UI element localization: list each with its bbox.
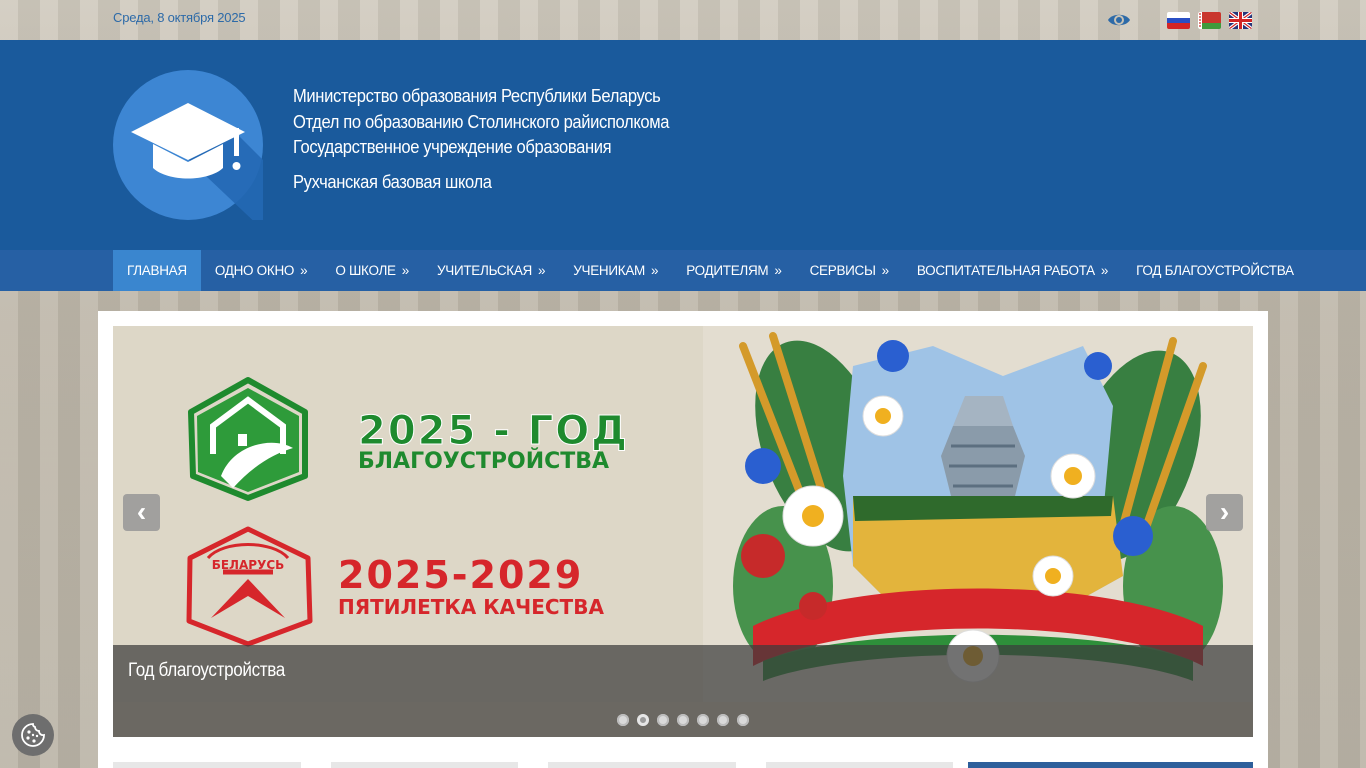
slider-dot[interactable] — [657, 713, 669, 726]
slider-pagination — [113, 702, 1253, 737]
cookie-icon — [21, 723, 45, 747]
image-slider: 2025 - ГОД БЛАГОУСТРОЙСТВА БЕЛАРУСЬ 2025… — [113, 326, 1253, 737]
school-name[interactable]: Рухчанская базовая школа — [293, 170, 669, 196]
flag-en-icon[interactable] — [1229, 12, 1252, 29]
main-content: 2025 - ГОД БЛАГОУСТРОЙСТВА БЕЛАРУСЬ 2025… — [98, 311, 1268, 768]
feature-tile[interactable] — [766, 762, 953, 768]
main-navigation: Главная Одно окно» О школе» Учительская»… — [0, 250, 1366, 291]
slider-next-button[interactable]: › — [1206, 494, 1243, 531]
site-header: Министерство образования Республики Бела… — [0, 40, 1366, 250]
banner-quality-text: ПЯТИЛЕТКА КАЧЕСТВА — [338, 595, 604, 619]
nav-item-about-school[interactable]: О школе» — [321, 250, 423, 291]
nav-item-parents[interactable]: Родителям» — [672, 250, 795, 291]
feature-tiles-row — [113, 762, 1253, 768]
cookie-settings-button[interactable] — [12, 714, 54, 756]
graduation-cap-logo-icon[interactable] — [113, 70, 263, 220]
slide-caption[interactable]: Год благоустройства — [113, 645, 1253, 702]
top-bar: Среда, 8 октября 2025 — [0, 0, 1366, 40]
slider-dot[interactable] — [737, 713, 749, 726]
department-title: Отдел по образованию Столинского райиспо… — [293, 111, 670, 132]
sidebar-panel-header — [968, 762, 1253, 768]
ministry-title: Министерство образования Республики Бела… — [293, 86, 661, 106]
slider-dot[interactable] — [697, 713, 709, 726]
feature-tile[interactable] — [113, 762, 301, 768]
nav-item-services[interactable]: Сервисы» — [796, 250, 903, 291]
slider-dot[interactable] — [637, 713, 649, 726]
nav-item-home[interactable]: Главная — [113, 250, 201, 291]
banner-improvement-text: БЛАГОУСТРОЙСТВА — [358, 448, 609, 474]
nav-item-year-of-improvement[interactable]: Год благоустройства — [1122, 250, 1308, 291]
feature-tile[interactable] — [548, 762, 736, 768]
nav-item-students[interactable]: Ученикам» — [559, 250, 672, 291]
slider-dot[interactable] — [617, 713, 629, 726]
nav-item-educational-work[interactable]: Воспитательная работа» — [903, 250, 1122, 291]
banner-period-text: 2025-2029 — [338, 553, 583, 597]
flag-ru-icon[interactable] — [1167, 12, 1190, 29]
slider-prev-button[interactable]: ‹ — [123, 494, 160, 531]
institution-type: Государственное учреждение образования — [293, 137, 612, 157]
slider-dot[interactable] — [717, 713, 729, 726]
eye-icon[interactable] — [1107, 10, 1131, 30]
slide-caption-text[interactable]: Год благоустройства — [128, 660, 285, 682]
banner-year-text: 2025 - ГОД — [358, 408, 629, 454]
feature-tile[interactable] — [331, 762, 518, 768]
current-date: Среда, 8 октября 2025 — [113, 10, 246, 25]
slider-dot[interactable] — [677, 713, 689, 726]
flag-by-icon[interactable] — [1198, 12, 1221, 29]
nav-item-teachers[interactable]: Учительская» — [423, 250, 559, 291]
nav-item-one-window[interactable]: Одно окно» — [201, 250, 321, 291]
badge-label: БЕЛАРУСЬ — [212, 558, 285, 572]
